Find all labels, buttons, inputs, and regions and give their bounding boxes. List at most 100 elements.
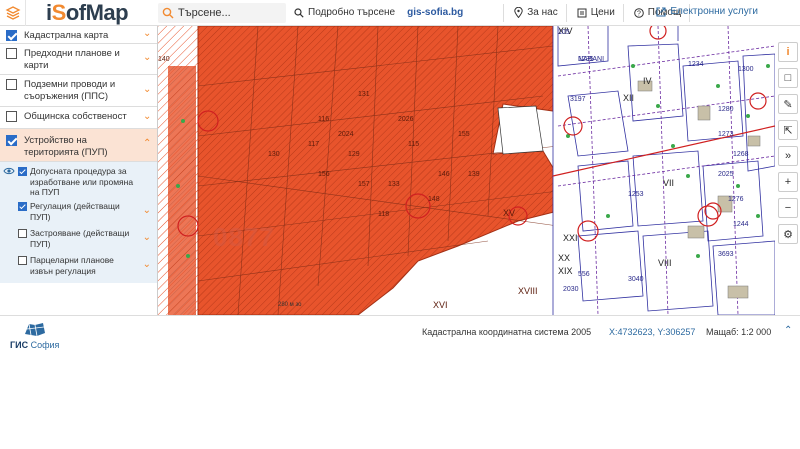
gis-globe-icon (24, 323, 45, 337)
fullscreen-button[interactable]: ⇱ (778, 120, 798, 140)
prices-link[interactable]: Цени (577, 7, 615, 18)
map-label: 1253 (628, 191, 644, 198)
layer-cadastral-map[interactable]: Кадастрална карта ⌄ (0, 26, 157, 44)
chevron-down-icon[interactable]: ⌄ (143, 259, 151, 271)
detailed-search-icon (294, 7, 304, 18)
chevron-up-icon[interactable]: ⌃ (143, 139, 151, 149)
scale-label: Мащаб: 1:2 000 (706, 327, 772, 337)
sublayer-regulation[interactable]: Регулация (действащи ПУП) ⌄ (0, 199, 157, 223)
chevron-up-icon[interactable]: ⌃ (784, 325, 792, 336)
gis-sofia-logo[interactable]: ГИС София (10, 322, 59, 350)
sublayer-procedure[interactable]: Допусната процедура за изработване или п… (0, 164, 157, 197)
map-label: VII (663, 178, 674, 188)
map-label: 3040 (628, 276, 644, 283)
layer-checkbox[interactable] (6, 135, 17, 146)
sublayer-checkbox[interactable] (18, 167, 27, 176)
chevron-down-icon[interactable]: ⌄ (143, 28, 151, 38)
map-label: 2024 (338, 131, 354, 138)
about-link[interactable]: За нас (514, 7, 558, 18)
map-label: 117 (308, 141, 319, 148)
logo-accent: S (51, 0, 67, 25)
top-bar: iSofMap Подробно търсене gis-sofia.bg За… (0, 0, 800, 26)
map-svg: 280 м зоXIV1235XXIXXXIXXVIIIXVIXIIIVVIIV… (158, 26, 775, 315)
chevron-down-icon[interactable]: ⌄ (143, 205, 151, 217)
map-label: 118 (378, 211, 389, 218)
map-label: 1273 (718, 131, 734, 138)
location-pin-icon (514, 7, 523, 18)
chevron-down-icon[interactable]: ⌄ (143, 111, 151, 121)
map-canvas[interactable]: 280 м зо XIV 1235 XXI XX XIX XVIII XVI XII IV VII V… (158, 26, 775, 315)
map-label: XVI (433, 300, 448, 310)
map-label: 1300 (738, 66, 754, 73)
layer-municipal-property[interactable]: Общинска собственост ⌄ (0, 107, 157, 129)
map-label: 115 (408, 141, 419, 148)
minus-icon: − (784, 202, 792, 214)
logo-text-rest: ofMap (65, 0, 129, 25)
map-label: XIX (558, 266, 573, 276)
measure-tool-button[interactable]: ✎ (778, 94, 798, 114)
zoom-out-button[interactable]: − (778, 198, 798, 218)
map-label: 131 (358, 91, 370, 98)
chevron-down-icon[interactable]: ⌄ (143, 84, 151, 94)
layers-sidebar: Кадастрална карта ⌄ Предходни планове и … (0, 26, 158, 315)
map-label: 2030 (563, 286, 579, 293)
map-label: 139 (468, 171, 480, 178)
ruler-icon: ✎ (783, 98, 793, 111)
sublayer-checkbox[interactable] (18, 202, 27, 211)
layer-checkbox[interactable] (6, 48, 17, 59)
divider (503, 3, 505, 22)
app-logo[interactable]: i SofMap (26, 0, 144, 26)
layer-checkbox[interactable] (6, 79, 17, 90)
org-prefix: ГИС (10, 340, 29, 350)
eservices-link[interactable]: Електронни услуги (656, 6, 758, 17)
layer-checkbox[interactable] (6, 111, 17, 122)
map-label: 3693 (718, 251, 734, 258)
zoom-in-button[interactable]: + (778, 172, 798, 192)
help-icon: ? (633, 7, 644, 18)
locate-button[interactable]: ⚙ (778, 224, 798, 244)
divider (622, 3, 624, 22)
layer-checkbox[interactable] (6, 30, 17, 41)
map-label: VIII (658, 258, 672, 268)
map-label: 155 (458, 131, 470, 138)
search-box[interactable] (158, 2, 286, 23)
info-icon: i (786, 46, 790, 58)
map-label: 105 (558, 29, 570, 36)
prices-icon (577, 8, 587, 17)
sublayer-development[interactable]: Застрояване (действащи ПУП) ⌄ (0, 226, 157, 250)
sublayer-label: Парцеларни планове извън регулация (30, 255, 114, 276)
detailed-search-link[interactable]: Подробно търсене (294, 7, 395, 18)
sublayer-checkbox[interactable] (18, 256, 27, 265)
sublayer-list: Допусната процедура за изработване или п… (0, 162, 157, 283)
chevron-right-icon: » (784, 150, 792, 162)
plus-icon: + (784, 176, 792, 188)
map-label: 1276 (728, 196, 744, 203)
map-label: 1244 (733, 221, 749, 228)
expand-panel-button[interactable]: » (778, 146, 798, 166)
sublayer-parcel-plans[interactable]: Парцеларни планове извън регулация ⌄ (0, 253, 157, 277)
layer-spatial-planning[interactable]: Устройство на територията (ПУП) ⌃ (0, 129, 157, 162)
map-label: 2026 (398, 116, 414, 123)
select-tool-button[interactable]: □ (778, 68, 798, 88)
map-label: IV (643, 76, 652, 86)
layers-toggle-button[interactable] (0, 0, 26, 26)
eye-icon[interactable] (3, 166, 15, 176)
gis-sofia-link[interactable]: gis-sofia.bg (407, 7, 463, 18)
detailed-search-label: Подробно търсене (308, 7, 396, 18)
layer-previous-plans[interactable]: Предходни планове и карти ⌄ (0, 44, 157, 75)
divider (565, 3, 567, 22)
layer-underground-utilities[interactable]: Подземни проводи и съоръжения (ППС) ⌄ (0, 75, 157, 107)
gear-icon: ⚙ (783, 228, 793, 241)
eservices-label: Електронни услуги (670, 6, 758, 17)
chevron-down-icon[interactable]: ⌄ (143, 53, 151, 63)
map-label: 156 (318, 171, 330, 178)
chevron-down-icon[interactable]: ⌄ (143, 232, 151, 244)
sublayer-checkbox[interactable] (18, 229, 27, 238)
sublayer-label: Регулация (действащи ПУП) (30, 201, 120, 222)
about-label: За нас (527, 7, 558, 18)
info-tool-button[interactable]: i (778, 42, 798, 62)
map-label: 1280 (718, 106, 734, 113)
map-label: 129 (348, 151, 360, 158)
search-input[interactable] (178, 6, 278, 19)
map-label: 556 (578, 271, 590, 278)
